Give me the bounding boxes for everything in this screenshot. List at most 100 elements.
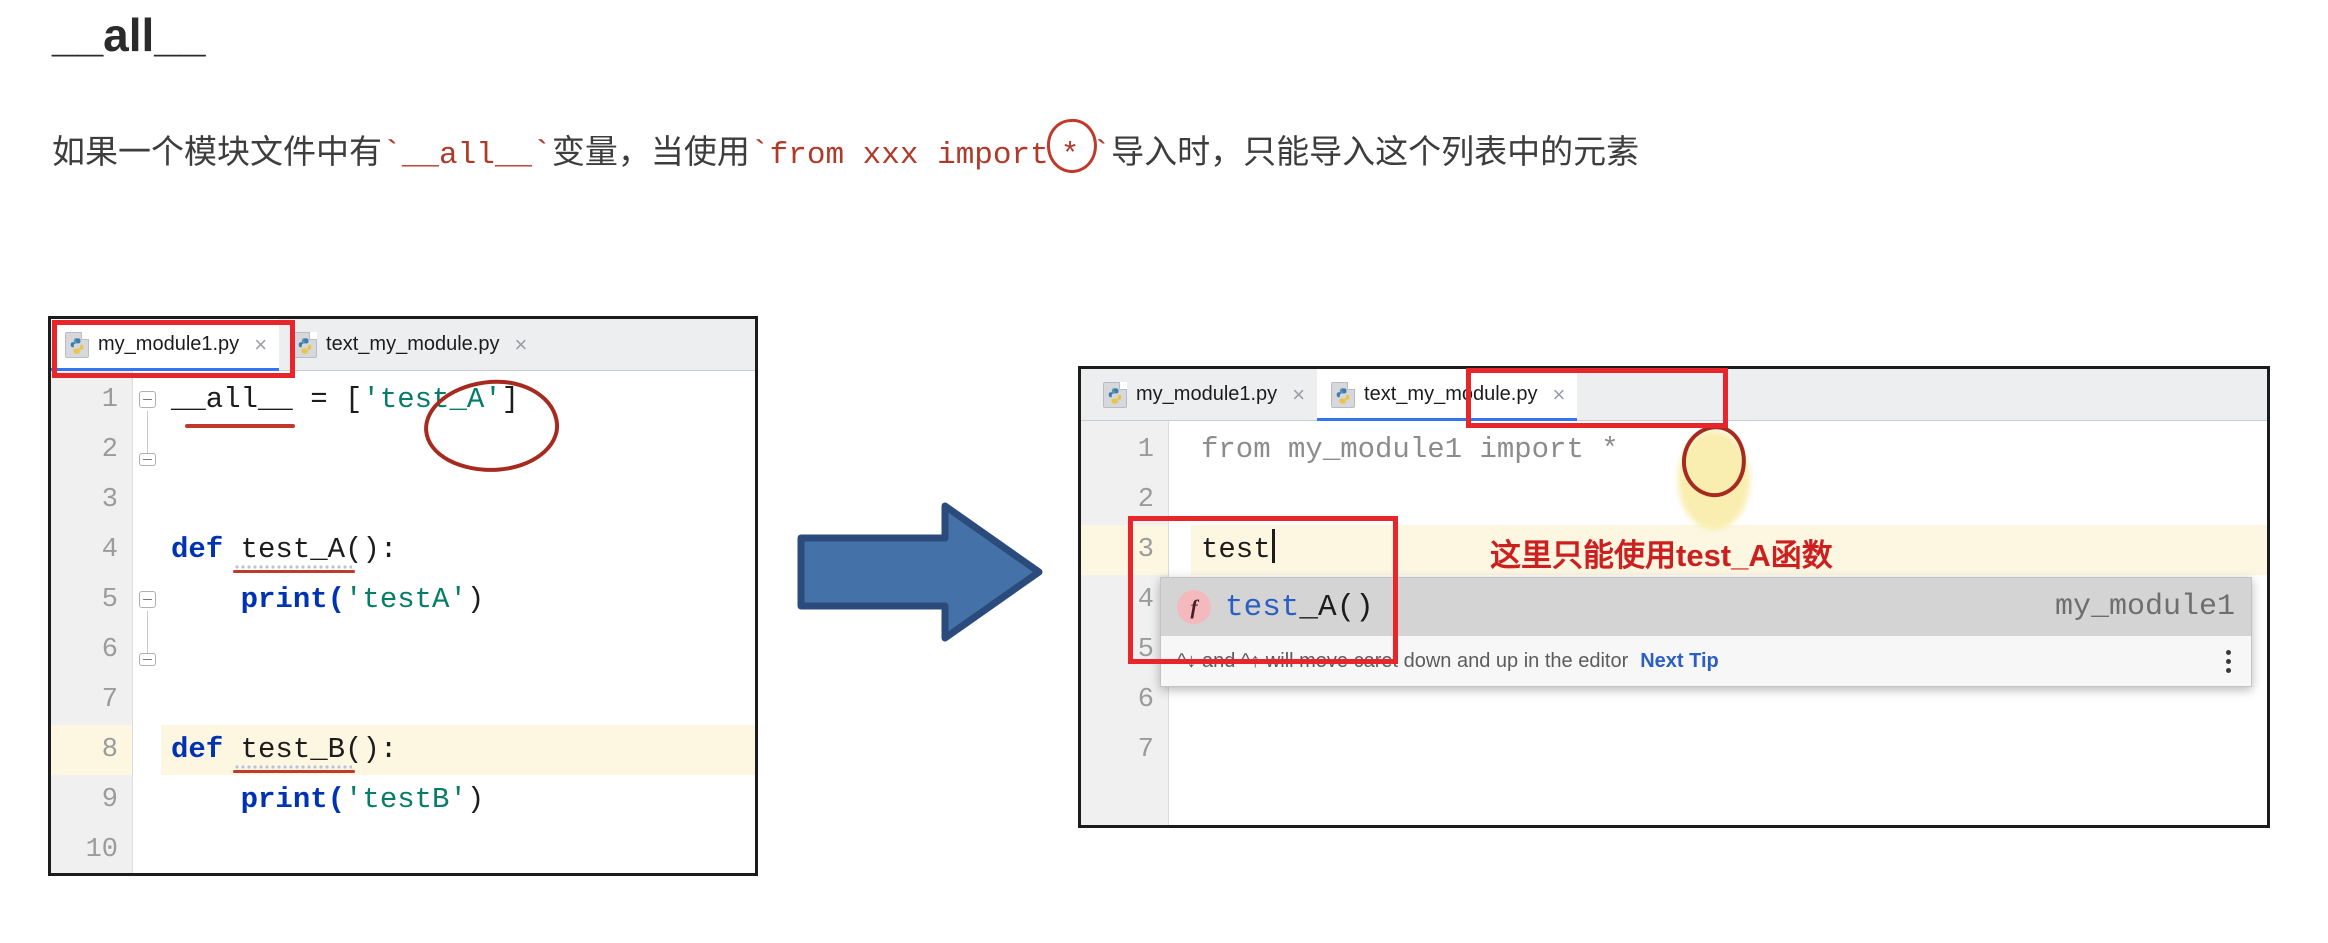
right-line-number: 1 [1137, 435, 1154, 465]
fold-collapse-icon[interactable] [139, 591, 156, 608]
slide-root: __all__ 如果一个模块文件中有`__all__`变量，当使用`from x… [0, 0, 2328, 943]
left-code-area[interactable]: __all__ = ['test_A'] def test_A(): print… [161, 371, 755, 873]
intro-text-part1: 如果一个模块文件中有 [52, 135, 382, 171]
right-tab-my-module1[interactable]: my_module1.py × [1081, 369, 1317, 420]
left-line-number: 2 [101, 435, 118, 465]
function-icon: f [1177, 590, 1211, 624]
left-tabbar: my_module1.py × text_my_module.py × [51, 319, 755, 371]
highlight-blob [1678, 430, 1750, 530]
inspection-squiggle [234, 562, 352, 569]
left-line-number: 10 [85, 835, 118, 865]
fold-range-bar [147, 611, 148, 655]
code-token-print-b: print( [171, 783, 346, 816]
backtick-close-1: ` [532, 136, 552, 173]
fold-collapse-icon[interactable] [139, 391, 156, 408]
backtick-open-1: ` [382, 136, 402, 173]
code-token-import-stmt: from my_module1 import [1201, 433, 1602, 466]
python-file-icon [293, 331, 318, 358]
autocomplete-item-origin: my_module1 [2054, 590, 2235, 624]
close-icon[interactable]: × [254, 333, 267, 356]
red-annotation-text: 这里只能使用test_A函数 [1490, 538, 1833, 573]
left-line-number: 3 [101, 485, 118, 515]
code-line-5: print('testA') [161, 575, 755, 625]
right-line-number: 5 [1137, 635, 1154, 665]
right-line-number: 6 [1137, 685, 1154, 715]
more-options-icon[interactable] [2226, 649, 2235, 673]
right-tab-text-my-module[interactable]: text_my_module.py × [1317, 369, 1578, 421]
inspection-squiggle [234, 762, 352, 769]
left-line-number: 6 [101, 635, 118, 665]
right-tab-label-1: text_my_module.py [1364, 383, 1538, 405]
code-token-test-typed: test [1201, 533, 1271, 566]
left-line-number: 8 [51, 725, 132, 775]
autocomplete-popup[interactable]: f test_A() my_module1 ^↓ and ^↑ will mov… [1160, 577, 2252, 687]
fold-end-icon[interactable] [139, 653, 156, 666]
python-file-icon [1103, 381, 1127, 408]
code-token-paren-a: ) [466, 583, 485, 616]
left-line-number: 4 [101, 535, 118, 565]
hint-text: ^↓ and ^↑ will move caret down and up in… [1177, 649, 1629, 672]
intro-text-part2: 变量，当使用 [551, 135, 750, 171]
intro-code-all: __all__ [401, 138, 533, 173]
right-tabbar: my_module1.py × text_my_module.py × [1081, 369, 2267, 421]
intro-code-import: from xxx import [769, 138, 1049, 173]
left-tab-text-my-module[interactable]: text_my_module.py × [279, 319, 539, 370]
code-token-def-b: def [171, 733, 241, 766]
intro-paragraph: 如果一个模块文件中有`__all__`变量，当使用`from xxx impor… [52, 116, 1640, 176]
code-token-testb-string: 'testB' [345, 783, 467, 816]
right-line-number: 3 [1081, 525, 1168, 575]
code-token-bracket-close: ] [501, 383, 520, 416]
code-token-all-assign: __all__ = [ [171, 383, 363, 416]
code-token-test-a-string: 'test_A' [362, 383, 502, 416]
left-line-number: 1 [101, 385, 118, 415]
autocomplete-hint-bar: ^↓ and ^↑ will move caret down and up in… [1161, 636, 2251, 686]
right-tab-label-0: my_module1.py [1136, 383, 1278, 405]
right-line-number: 2 [1137, 485, 1154, 515]
code-token-testa-string: 'testA' [345, 583, 467, 616]
left-gutter: 1 2 3 4 5 6 7 8 9 10 [51, 371, 133, 873]
autocomplete-item-label: test_A() [1225, 590, 1374, 625]
backtick-open-2: ` [749, 136, 770, 173]
fold-range-bar [147, 411, 148, 455]
intro-text-part3: 导入时，只能导入这个列表中的元素 [1111, 135, 1640, 171]
code-line-1: __all__ = ['test_A'] [161, 375, 755, 425]
left-tab-label-1: text_my_module.py [326, 333, 500, 355]
left-editor-window: my_module1.py × text_my_module.py × 1 2 [48, 316, 758, 876]
left-line-number: 5 [101, 585, 118, 615]
code-line-8: def test_B(): [161, 725, 755, 775]
right-gutter: 1 2 3 4 5 6 7 [1081, 421, 1169, 825]
python-file-icon [1331, 381, 1356, 408]
left-fold-column [133, 371, 161, 873]
close-icon[interactable]: × [1552, 383, 1565, 406]
close-icon[interactable]: × [1292, 383, 1305, 406]
left-editor-body: 1 2 3 4 5 6 7 8 9 10 __all__ = ['test_A'… [51, 371, 755, 873]
intro-star-group: * [1044, 116, 1100, 176]
right-line-number: 7 [1137, 735, 1154, 765]
hand-drawn-underline [233, 770, 355, 773]
left-line-number: 9 [101, 785, 118, 815]
autocomplete-match-rest: _A() [1299, 589, 1374, 625]
close-icon[interactable]: × [514, 333, 527, 356]
hand-drawn-underline [185, 424, 295, 428]
next-tip-link[interactable]: Next Tip [1640, 650, 1719, 673]
code-line-4: def test_A(): [161, 525, 755, 575]
autocomplete-item-test-a[interactable]: f test_A() my_module1 [1161, 578, 2251, 636]
fold-end-icon[interactable] [139, 453, 156, 466]
code-token-print-a: print( [171, 583, 346, 616]
python-file-icon [65, 331, 89, 358]
hand-drawn-underline [233, 570, 355, 573]
code-token-def-a: def [171, 533, 241, 566]
autocomplete-match-prefix: test [1225, 589, 1300, 625]
blue-right-arrow-icon [797, 502, 1043, 642]
left-tab-label-0: my_module1.py [98, 333, 240, 355]
backtick-close-2: ` [1091, 136, 1112, 173]
page-title: __all__ [52, 9, 206, 61]
code-token-star: * [1601, 433, 1619, 466]
intro-code-star: * [1060, 138, 1080, 173]
left-tab-my-module1[interactable]: my_module1.py × [51, 319, 280, 371]
